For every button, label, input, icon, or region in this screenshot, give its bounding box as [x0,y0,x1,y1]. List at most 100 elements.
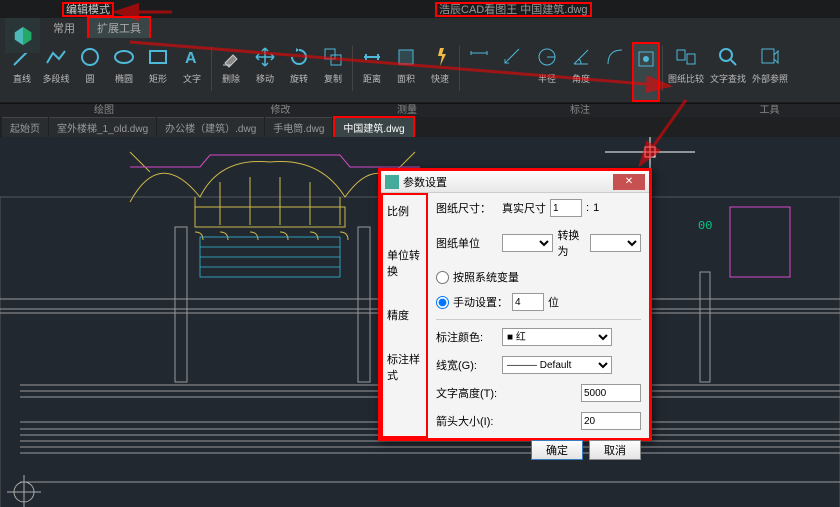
area-icon [393,44,419,70]
menu-bar: 常用 扩展工具 [0,18,840,38]
tool-distance[interactable]: 距离 [355,42,389,102]
menu-tab-extend[interactable]: 扩展工具 [87,16,151,40]
tool-rotate[interactable]: 旋转 [282,42,316,102]
polyline-icon [43,44,69,70]
tool-angle[interactable]: 角度 [564,42,598,102]
ribbon-groups: 绘图 修改 测量 标注 工具 [0,103,840,117]
distance-icon [359,44,385,70]
real-size-label: 真实尺寸 [502,200,546,216]
color-label: 标注颜色: [436,329,498,345]
lineweight-select[interactable]: ——— Default [502,356,612,374]
size-label: 图纸尺寸： [436,200,498,216]
settings-small-icon [633,46,659,72]
tool-quick[interactable]: 快速 [423,42,457,102]
separator [352,46,353,91]
sysvar-label: 按照系统变量 [453,269,519,285]
separator [211,46,212,91]
angle-icon [568,44,594,70]
radius-icon [534,44,560,70]
dialog-title-text: 参数设置 [403,174,447,190]
manual-input[interactable] [512,293,544,311]
convert-select[interactable] [590,234,641,252]
quick-icon [427,44,453,70]
tool-radius[interactable]: 半径 [530,42,564,102]
tool-ellipse[interactable]: 椭圆 [107,42,141,102]
nav-precision[interactable]: 精度 [385,303,424,327]
tab-file5[interactable]: 中国建筑.dwg [333,116,414,139]
sysvar-radio[interactable] [436,271,449,284]
tool-settings-highlight[interactable] [632,42,660,102]
settings-dialog: 参数设置 ✕ 比例 单位转换 精度 标注样式 图纸尺寸： 真实尺寸 : 1 图纸… [378,168,652,441]
file-tabs: 起始页 室外楼梯_1_old.dwg 办公楼（建筑）.dwg 手电筒.dwg 中… [0,117,840,137]
group-dim: 标注 [461,104,699,117]
tool-dim2[interactable] [496,42,530,102]
unit-select[interactable] [502,234,553,252]
nav-scale[interactable]: 比例 [385,199,424,223]
manual-label: 手动设置： [453,294,508,310]
svg-text:A: A [185,50,197,67]
group-tools: 工具 [699,104,840,117]
arc-icon [602,44,628,70]
dialog-titlebar[interactable]: 参数设置 ✕ [381,171,649,193]
dim2-icon [500,44,526,70]
copy-icon [320,44,346,70]
separator [662,46,663,91]
tool-dim1[interactable] [462,42,496,102]
compare-icon [673,44,699,70]
tool-rect[interactable]: 矩形 [141,42,175,102]
nav-unit[interactable]: 单位转换 [385,243,424,283]
tool-circle[interactable]: 圆 [73,42,107,102]
tab-file4[interactable]: 手电筒.dwg [265,117,332,137]
dim-icon [466,44,492,70]
tool-move[interactable]: 移动 [248,42,282,102]
tab-file2[interactable]: 室外楼梯_1_old.dwg [49,117,156,137]
edit-mode-button[interactable]: 编辑模式 [62,2,114,17]
manual-radio[interactable] [436,296,449,309]
color-select[interactable]: ■ 红 [502,328,612,346]
rotate-icon [286,44,312,70]
tool-text[interactable]: A文字 [175,42,209,102]
text-icon: A [179,44,205,70]
tab-file3[interactable]: 办公楼（建筑）.dwg [157,117,264,137]
menu-tab-common[interactable]: 常用 [45,18,83,38]
tool-compare[interactable]: 图纸比较 [665,42,707,102]
dialog-icon [385,175,399,189]
dialog-content: 图纸尺寸： 真实尺寸 : 1 图纸单位 转换为 按照系统变量 [428,193,649,438]
tool-delete[interactable]: 删除 [214,42,248,102]
app-title: 浩辰CAD看图王 中国建筑.dwg [435,2,592,17]
tool-copy[interactable]: 复制 [316,42,350,102]
tool-polyline[interactable]: 多段线 [39,42,73,102]
size-ratio: 1 [593,202,599,214]
group-draw: 绘图 [0,104,208,117]
ok-button[interactable]: 确定 [531,440,583,460]
textheight-input[interactable] [581,384,641,402]
th-label: 文字高度(T): [436,385,508,401]
app-logo [5,18,40,53]
as-label: 箭头大小(I): [436,413,508,429]
wei-label: 位 [548,294,559,310]
arrowsize-input[interactable] [581,412,641,430]
nav-dimstyle[interactable]: 标注样式 [385,347,424,387]
convert-label: 转换为 [557,227,585,259]
dialog-nav: 比例 单位转换 精度 标注样式 [381,193,428,438]
xref-icon [757,44,783,70]
size-input1[interactable] [550,199,582,217]
circle-icon [77,44,103,70]
dimension-text: 00 [698,219,712,233]
tool-area[interactable]: 面积 [389,42,423,102]
tab-start[interactable]: 起始页 [2,117,48,137]
unit-label: 图纸单位 [436,235,498,251]
tool-xref[interactable]: 外部参照 [749,42,791,102]
eraser-icon [218,44,244,70]
separator [436,319,641,320]
close-button[interactable]: ✕ [613,174,645,190]
ellipse-icon [111,44,137,70]
tool-findtext[interactable]: 文字查找 [707,42,749,102]
ribbon: 直线 多段线 圆 椭圆 矩形 A文字 删除 移动 旋转 复制 距离 面积 快速 … [0,38,840,103]
cancel-button[interactable]: 取消 [589,440,641,460]
tool-dim3[interactable] [598,42,632,102]
move-icon [252,44,278,70]
separator [459,46,460,91]
group-modify: 修改 [208,104,353,117]
search-icon [715,44,741,70]
